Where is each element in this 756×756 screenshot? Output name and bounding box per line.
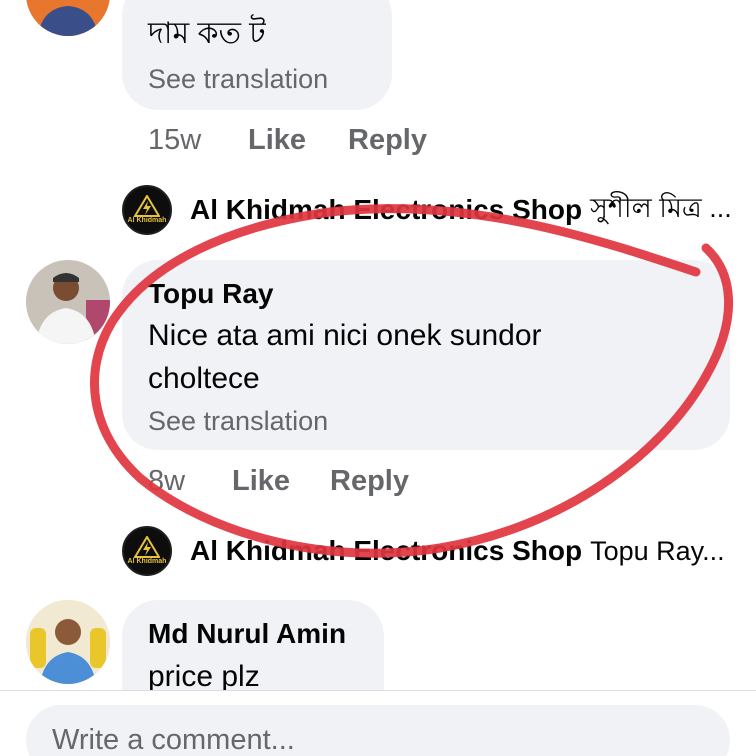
person-photo-icon (26, 600, 110, 684)
commenter-avatar[interactable] (26, 0, 110, 36)
reply-preview-text: Topu Ray... (590, 535, 725, 566)
comment-text-line-1: Nice ata ami nici onek sundor (148, 319, 542, 352)
reply-button[interactable]: Reply (348, 124, 427, 157)
person-photo-icon (26, 0, 110, 36)
shop-avatar: Al Khidmah (122, 185, 172, 235)
like-button[interactable]: Like (248, 124, 306, 157)
comments-screen: দাম কত ট See translation 15w Like Reply … (0, 0, 756, 756)
comment-author[interactable]: Topu Ray (148, 278, 273, 310)
comment-time: 8w (148, 465, 186, 497)
shop-logo-text: Al Khidmah (127, 217, 167, 224)
lightning-logo-icon (134, 195, 160, 217)
reply-preview-text: সুশীল মিত্র ... (590, 192, 732, 223)
shop-avatar: Al Khidmah (122, 526, 172, 576)
commenter-avatar[interactable] (26, 600, 110, 684)
comment-text-line-2: choltece (148, 362, 260, 395)
commenter-avatar[interactable] (26, 260, 110, 344)
like-button[interactable]: Like (232, 465, 290, 498)
comment-time: 15w (148, 124, 202, 156)
comment-text: দাম কত ট (148, 17, 266, 50)
comment-input[interactable] (26, 705, 730, 756)
reply-author: Al Khidmah Electronics Shop (190, 194, 583, 225)
see-translation-link[interactable]: See translation (148, 64, 328, 95)
person-photo-icon (26, 260, 110, 344)
comment-composer (0, 690, 756, 756)
shop-logo-text: Al Khidmah (127, 558, 167, 565)
reply-preview-row[interactable]: Al Khidmah Al Khidmah Electronics Shop স… (122, 185, 732, 235)
see-translation-link[interactable]: See translation (148, 406, 328, 437)
lightning-logo-icon (134, 536, 160, 558)
comment-author[interactable]: Md Nurul Amin (148, 618, 346, 650)
reply-author: Al Khidmah Electronics Shop (190, 535, 583, 566)
reply-preview-row[interactable]: Al Khidmah Al Khidmah Electronics Shop T… (122, 526, 725, 576)
reply-button[interactable]: Reply (330, 465, 409, 498)
